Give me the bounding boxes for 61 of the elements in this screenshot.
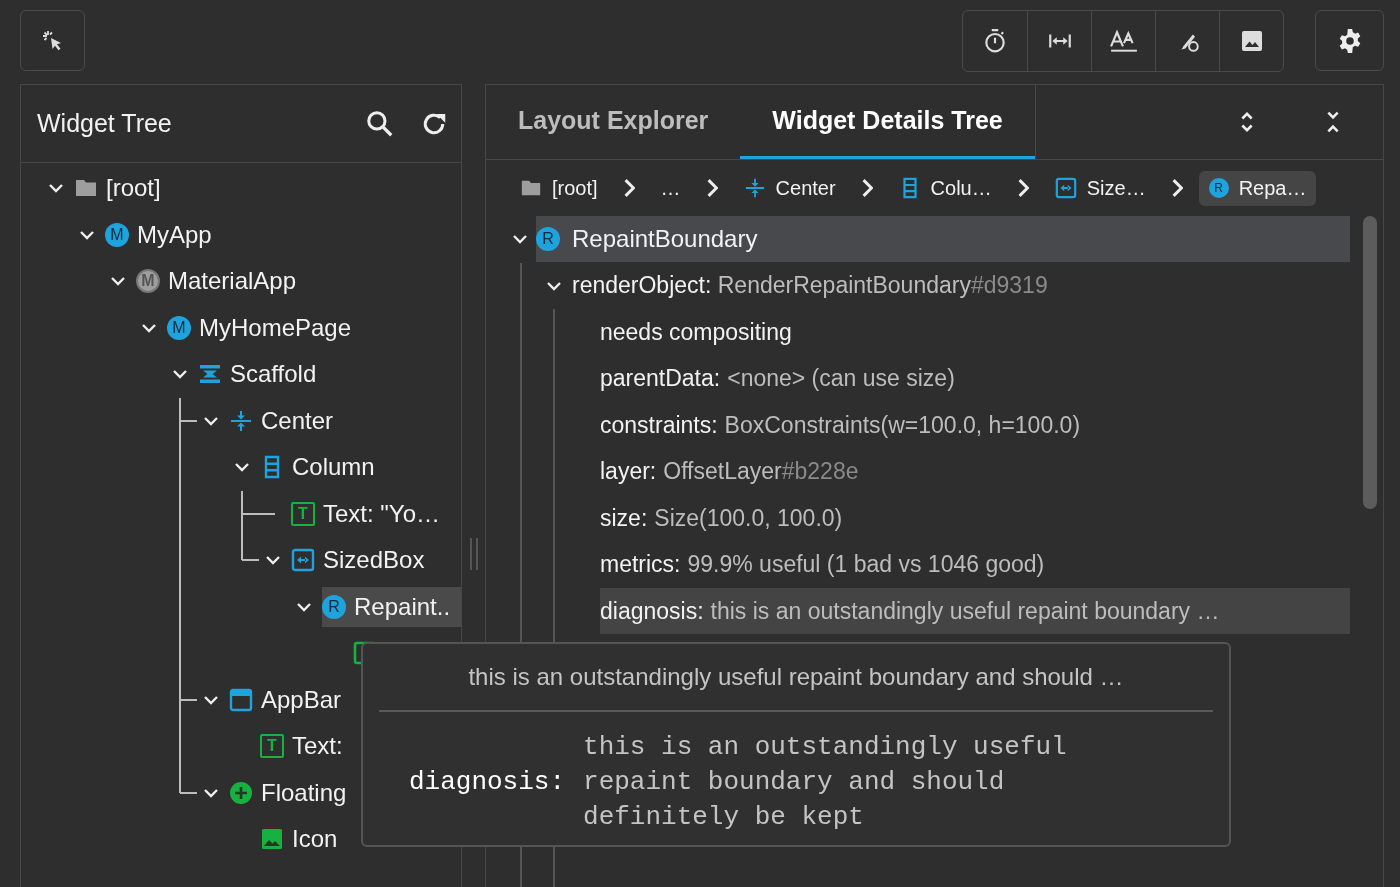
breadcrumb[interactable]: [root]	[510, 170, 608, 206]
property-row[interactable]: size: Size(100.0, 100.0)	[600, 495, 1350, 542]
resize-arrows-icon	[1054, 177, 1077, 199]
breadcrumb[interactable]: Center	[733, 170, 846, 206]
property-row[interactable]: layer: OffsetLayer#b228e	[600, 448, 1350, 495]
letter-badge: T	[260, 734, 284, 759]
resize-handle[interactable]	[470, 538, 478, 570]
property-row[interactable]: parentData: <none> (can use size)	[600, 355, 1350, 402]
letter-badge: R	[1208, 178, 1229, 198]
property-row[interactable]: diagnosis: this is an outstandingly useful repaint boundary …	[600, 588, 1350, 635]
tree-item[interactable]: T Text: "Yo…	[291, 493, 461, 534]
text-size-icon	[1109, 28, 1138, 54]
property-name: diagnosis:	[409, 766, 566, 799]
chevron-right-icon	[706, 179, 718, 197]
property-row[interactable]: constraints: BoxConstraints(w=100.0, h=100.0)	[600, 402, 1350, 449]
compress-arrows-icon	[743, 177, 766, 199]
tooltip-summary: this is an outstandingly useful repaint boundary and should …	[379, 644, 1213, 712]
tree-item[interactable]: M MaterialApp	[136, 261, 461, 302]
search-icon[interactable]	[365, 108, 395, 139]
tree-item[interactable]: T Text:	[260, 726, 461, 767]
chevron-right-icon	[1171, 179, 1183, 197]
app-bar-icon	[229, 687, 253, 712]
breadcrumb[interactable]: Colu…	[888, 170, 1002, 206]
scrollbar-thumb[interactable]	[1363, 216, 1377, 509]
select-widget-button[interactable]	[20, 10, 85, 71]
settings-button[interactable]	[1315, 10, 1384, 71]
breadcrumb[interactable]: Size…	[1044, 170, 1156, 206]
compress-arrows-icon	[229, 408, 253, 433]
property-row[interactable]: renderObject: RenderRepaintBoundary#d9319	[572, 272, 1048, 300]
tree-item[interactable]: Center	[229, 400, 461, 441]
breadcrumb[interactable]: …	[650, 170, 691, 206]
tree-item[interactable]: SizedBox	[291, 540, 461, 581]
tree-item[interactable]: R RepaintBoundary	[536, 216, 1350, 263]
letter-badge: M	[105, 222, 129, 247]
chevron-right-icon	[861, 179, 873, 197]
letter-badge: T	[291, 501, 315, 526]
stopwatch-icon	[982, 28, 1008, 54]
property-value: this is an outstandingly useful repaint boundary and should definitely be kept	[583, 731, 1068, 834]
property-row[interactable]: needs compositing	[600, 309, 1350, 356]
tree-item[interactable]: R Repaint..	[322, 586, 461, 627]
letter-badge: R	[536, 227, 560, 252]
property-row[interactable]: metrics: 99.9% useful (1 bad vs 1046 good)	[600, 541, 1350, 588]
image-icon	[1239, 29, 1264, 53]
plus-circle-icon	[229, 780, 253, 805]
tab[interactable]: Layout Explorer	[486, 85, 741, 159]
chevron-right-icon	[623, 179, 635, 197]
tree-item[interactable]: Scaffold	[198, 354, 461, 395]
tree-item[interactable]: M MyApp	[105, 214, 461, 255]
breadcrumb[interactable]: R Repa…	[1198, 170, 1317, 206]
panel-title: Widget Tree	[37, 109, 172, 138]
letter-badge: R	[322, 594, 346, 619]
tab[interactable]: Widget Details Tree	[740, 85, 1035, 159]
image-icon	[260, 827, 284, 852]
tree-item[interactable]: M MyHomePage	[167, 307, 461, 348]
letter-badge: M	[167, 315, 191, 340]
tree-item[interactable]: Column	[260, 447, 461, 488]
tree-item[interactable]: Icon	[260, 819, 461, 860]
chevron-right-icon	[1017, 179, 1029, 197]
resize-arrows-icon	[291, 548, 315, 573]
tree-item[interactable]: [root]	[74, 168, 461, 209]
letter-badge: M	[136, 269, 160, 294]
